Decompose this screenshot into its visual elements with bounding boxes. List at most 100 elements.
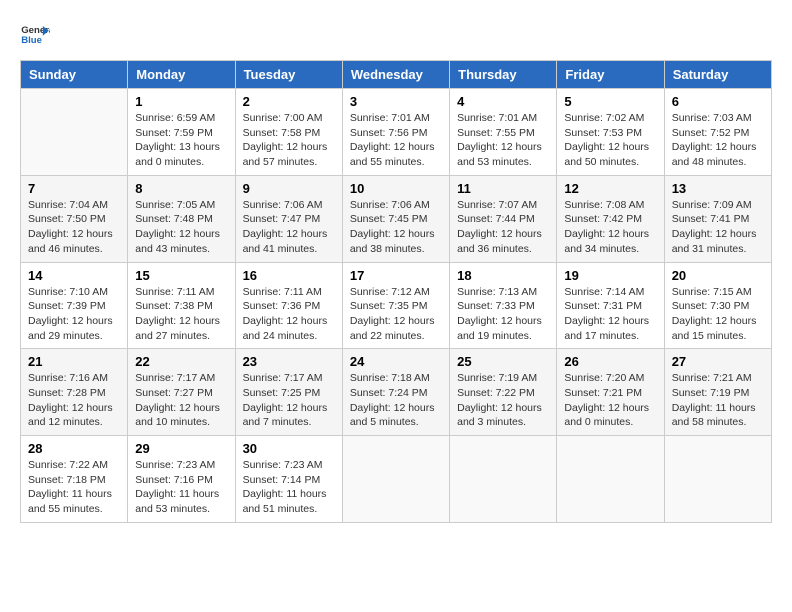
day-info: Sunrise: 7:16 AM Sunset: 7:28 PM Dayligh… [28, 371, 120, 430]
day-cell: 25Sunrise: 7:19 AM Sunset: 7:22 PM Dayli… [450, 349, 557, 436]
day-info: Sunrise: 7:13 AM Sunset: 7:33 PM Dayligh… [457, 285, 549, 344]
day-number: 4 [457, 94, 549, 109]
day-cell: 11 Sunrise: 7:07 AM Sunset: 7:44 PM Dayli… [450, 175, 557, 262]
day-cell [557, 436, 664, 523]
day-cell: 23 Sunrise: 7:17 AM Sunset: 7:25 PM Dayli… [235, 349, 342, 436]
day-cell [21, 89, 128, 176]
day-info: Sunrise: 7:12 AM Sunset: 7:35 PM Dayligh… [350, 285, 442, 344]
day-cell: 15 Sunrise: 7:11 AM Sunset: 7:38 PM Dayli… [128, 262, 235, 349]
logo-icon: General Blue [20, 20, 50, 50]
day-info: Sunrise: 7:11 AM Sunset: 7:38 PM Dayligh… [135, 285, 227, 344]
day-cell: 16 Sunrise: 7:11 AM Sunset: 7:36 PM Dayli… [235, 262, 342, 349]
day-number: 3 [350, 94, 442, 109]
day-info: Sunrise: 7:17 AM Sunset: 7:27 PM Dayligh… [135, 371, 227, 430]
day-info: Sunrise: 7:04 AM Sunset: 7:50 PM Dayligh… [28, 198, 120, 257]
column-header-tuesday: Tuesday [235, 61, 342, 89]
day-number: 21 [28, 354, 120, 369]
day-info: Sunrise: 7:23 AM Sunset: 7:16 PM Dayligh… [135, 458, 227, 517]
day-number: 22 [135, 354, 227, 369]
day-info: Sunrise: 7:19 AM Sunset: 7:22 PM Dayligh… [457, 371, 549, 430]
day-number: 5 [564, 94, 656, 109]
day-number: 6 [672, 94, 764, 109]
day-number: 30 [243, 441, 335, 456]
day-info: Sunrise: 7:07 AM Sunset: 7:44 PM Dayligh… [457, 198, 549, 257]
day-cell: 10 Sunrise: 7:06 AM Sunset: 7:45 PM Dayli… [342, 175, 449, 262]
day-info: Sunrise: 7:06 AM Sunset: 7:45 PM Dayligh… [350, 198, 442, 257]
week-row-3: 14 Sunrise: 7:10 AM Sunset: 7:39 PM Dayli… [21, 262, 772, 349]
day-info: Sunrise: 7:05 AM Sunset: 7:48 PM Dayligh… [135, 198, 227, 257]
day-cell: 20 Sunrise: 7:15 AM Sunset: 7:30 PM Dayli… [664, 262, 771, 349]
day-info: Sunrise: 7:21 AM Sunset: 7:19 PM Dayligh… [672, 371, 764, 430]
day-info: Sunrise: 6:59 AM Sunset: 7:59 PM Dayligh… [135, 111, 227, 170]
column-header-friday: Friday [557, 61, 664, 89]
day-number: 12 [564, 181, 656, 196]
day-cell [342, 436, 449, 523]
day-info: Sunrise: 7:14 AM Sunset: 7:31 PM Dayligh… [564, 285, 656, 344]
day-number: 14 [28, 268, 120, 283]
week-row-4: 21 Sunrise: 7:16 AM Sunset: 7:28 PM Dayli… [21, 349, 772, 436]
day-number: 10 [350, 181, 442, 196]
day-number: 13 [672, 181, 764, 196]
column-header-wednesday: Wednesday [342, 61, 449, 89]
day-info: Sunrise: 7:08 AM Sunset: 7:42 PM Dayligh… [564, 198, 656, 257]
day-cell: 3 Sunrise: 7:01 AM Sunset: 7:56 PM Daylig… [342, 89, 449, 176]
day-cell: 9Sunrise: 7:06 AM Sunset: 7:47 PM Daylig… [235, 175, 342, 262]
week-row-1: 1 Sunrise: 6:59 AM Sunset: 7:59 PM Daylig… [21, 89, 772, 176]
day-number: 29 [135, 441, 227, 456]
day-cell: 12 Sunrise: 7:08 AM Sunset: 7:42 PM Dayli… [557, 175, 664, 262]
calendar-table: SundayMondayTuesdayWednesdayThursdayFrid… [20, 60, 772, 523]
calendar-header-row: SundayMondayTuesdayWednesdayThursdayFrid… [21, 61, 772, 89]
day-cell: 30 Sunrise: 7:23 AM Sunset: 7:14 PM Dayli… [235, 436, 342, 523]
week-row-2: 7 Sunrise: 7:04 AM Sunset: 7:50 PM Daylig… [21, 175, 772, 262]
day-info: Sunrise: 7:23 AM Sunset: 7:14 PM Dayligh… [243, 458, 335, 517]
day-cell: 2Sunrise: 7:00 AM Sunset: 7:58 PM Daylig… [235, 89, 342, 176]
day-number: 16 [243, 268, 335, 283]
svg-text:Blue: Blue [21, 35, 42, 46]
day-number: 20 [672, 268, 764, 283]
day-info: Sunrise: 7:01 AM Sunset: 7:55 PM Dayligh… [457, 111, 549, 170]
day-cell: 18 Sunrise: 7:13 AM Sunset: 7:33 PM Dayli… [450, 262, 557, 349]
day-cell: 28 Sunrise: 7:22 AM Sunset: 7:18 PM Dayli… [21, 436, 128, 523]
column-header-thursday: Thursday [450, 61, 557, 89]
day-info: Sunrise: 7:10 AM Sunset: 7:39 PM Dayligh… [28, 285, 120, 344]
day-number: 18 [457, 268, 549, 283]
day-cell: 19 Sunrise: 7:14 AM Sunset: 7:31 PM Dayli… [557, 262, 664, 349]
logo: General Blue [20, 20, 50, 50]
day-number: 28 [28, 441, 120, 456]
day-number: 19 [564, 268, 656, 283]
day-info: Sunrise: 7:22 AM Sunset: 7:18 PM Dayligh… [28, 458, 120, 517]
day-number: 8 [135, 181, 227, 196]
day-number: 17 [350, 268, 442, 283]
column-header-saturday: Saturday [664, 61, 771, 89]
day-cell: 4 Sunrise: 7:01 AM Sunset: 7:55 PM Daylig… [450, 89, 557, 176]
day-cell: 14 Sunrise: 7:10 AM Sunset: 7:39 PM Dayli… [21, 262, 128, 349]
day-number: 26 [564, 354, 656, 369]
day-cell: 17 Sunrise: 7:12 AM Sunset: 7:35 PM Dayli… [342, 262, 449, 349]
day-number: 27 [672, 354, 764, 369]
day-info: Sunrise: 7:00 AM Sunset: 7:58 PM Dayligh… [243, 111, 335, 170]
day-info: Sunrise: 7:18 AM Sunset: 7:24 PM Dayligh… [350, 371, 442, 430]
day-cell: 8 Sunrise: 7:05 AM Sunset: 7:48 PM Daylig… [128, 175, 235, 262]
day-cell: 7 Sunrise: 7:04 AM Sunset: 7:50 PM Daylig… [21, 175, 128, 262]
day-info: Sunrise: 7:06 AM Sunset: 7:47 PM Dayligh… [243, 198, 335, 257]
day-cell [450, 436, 557, 523]
day-cell: 5 Sunrise: 7:02 AM Sunset: 7:53 PM Daylig… [557, 89, 664, 176]
day-number: 7 [28, 181, 120, 196]
column-header-monday: Monday [128, 61, 235, 89]
day-info: Sunrise: 7:15 AM Sunset: 7:30 PM Dayligh… [672, 285, 764, 344]
day-cell: 26Sunrise: 7:20 AM Sunset: 7:21 PM Dayli… [557, 349, 664, 436]
day-cell: 29 Sunrise: 7:23 AM Sunset: 7:16 PM Dayli… [128, 436, 235, 523]
column-header-sunday: Sunday [21, 61, 128, 89]
day-info: Sunrise: 7:11 AM Sunset: 7:36 PM Dayligh… [243, 285, 335, 344]
day-info: Sunrise: 7:17 AM Sunset: 7:25 PM Dayligh… [243, 371, 335, 430]
day-cell: 21 Sunrise: 7:16 AM Sunset: 7:28 PM Dayli… [21, 349, 128, 436]
header: General Blue [20, 20, 772, 50]
day-number: 23 [243, 354, 335, 369]
day-number: 11 [457, 181, 549, 196]
day-cell: 22 Sunrise: 7:17 AM Sunset: 7:27 PM Dayli… [128, 349, 235, 436]
day-number: 15 [135, 268, 227, 283]
day-info: Sunrise: 7:02 AM Sunset: 7:53 PM Dayligh… [564, 111, 656, 170]
day-number: 1 [135, 94, 227, 109]
day-info: Sunrise: 7:01 AM Sunset: 7:56 PM Dayligh… [350, 111, 442, 170]
day-cell: 27 Sunrise: 7:21 AM Sunset: 7:19 PM Dayli… [664, 349, 771, 436]
